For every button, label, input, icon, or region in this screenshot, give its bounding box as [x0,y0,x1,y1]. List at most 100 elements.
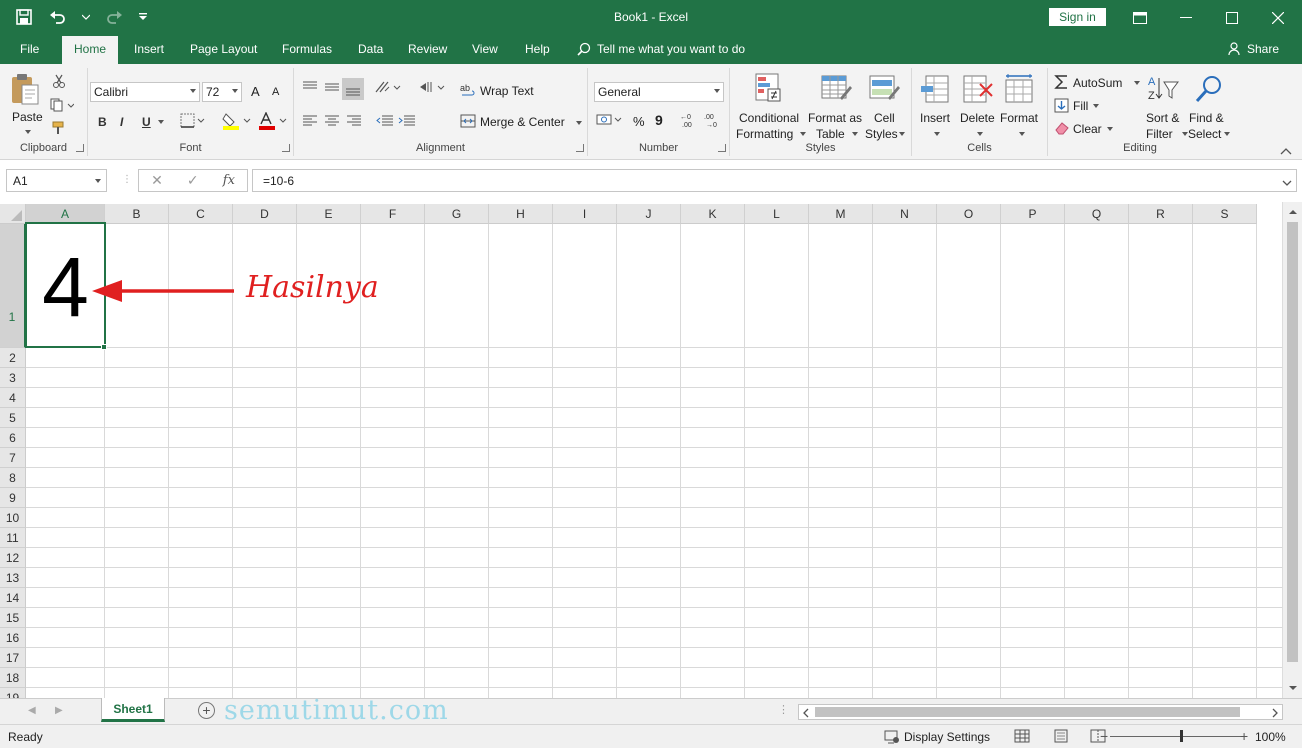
fill-handle[interactable] [101,344,107,350]
vertical-scroll-thumb[interactable] [1287,222,1298,662]
row-header-4[interactable]: 4 [0,388,26,408]
accounting-format-icon[interactable] [596,112,624,131]
zoom-slider-thumb[interactable] [1180,730,1183,742]
scroll-down-icon[interactable] [1288,684,1298,692]
add-sheet-button[interactable]: + [198,702,215,719]
cell-styles-dropdown-icon[interactable] [899,132,905,136]
tab-split-grip-icon[interactable]: ⋮ [778,703,789,716]
format-as-table-line2[interactable]: Table [816,127,845,141]
display-settings-button[interactable]: Display Settings [884,730,990,744]
font-name-select[interactable]: Calibri [90,82,200,102]
confirm-entry-icon[interactable]: ✓ [187,172,199,189]
zoom-out-icon[interactable]: − [1100,728,1108,744]
insert-function-button[interactable]: fx [223,173,235,188]
tell-me-search[interactable]: Tell me what you want to do [577,42,745,56]
format-painter-icon[interactable] [52,121,68,138]
row-header-15[interactable]: 15 [0,608,26,628]
expand-formula-bar-icon[interactable] [1282,176,1292,190]
text-direction-icon[interactable] [418,79,448,98]
conditional-formatting-dropdown-icon[interactable] [800,132,806,136]
column-header-k[interactable]: K [681,204,745,224]
font-color-icon[interactable] [258,111,288,133]
share-button[interactable]: Share [1228,42,1279,56]
zoom-slider[interactable] [1110,736,1246,737]
column-header-p[interactable]: P [1001,204,1065,224]
tab-formulas[interactable]: Formulas [282,42,332,56]
autosum-dropdown-icon[interactable] [1134,81,1140,85]
column-header-b[interactable]: B [105,204,169,224]
delete-cells-button[interactable]: Delete [960,111,995,125]
column-header-q[interactable]: Q [1065,204,1129,224]
comma-style-button[interactable]: 9 [655,112,663,128]
paste-button[interactable]: Paste [12,110,43,124]
name-box[interactable]: A1 [6,169,107,192]
zoom-level[interactable]: 100% [1255,730,1286,744]
vertical-scrollbar[interactable] [1282,202,1302,698]
column-header-i[interactable]: I [553,204,617,224]
row-header-12[interactable]: 12 [0,548,26,568]
row-header-10[interactable]: 10 [0,508,26,528]
row-header-18[interactable]: 18 [0,668,26,688]
formula-input[interactable]: =10-6 [252,169,1297,192]
zoom-in-icon[interactable]: + [1240,728,1248,744]
ribbon-display-options-icon[interactable] [1117,0,1163,36]
column-header-d[interactable]: D [233,204,297,224]
minimize-button[interactable] [1163,0,1209,36]
row-header-14[interactable]: 14 [0,588,26,608]
column-header-h[interactable]: H [489,204,553,224]
grow-font-button[interactable]: A [251,84,260,99]
insert-cells-button[interactable]: Insert [920,111,950,125]
page-layout-view-icon[interactable] [1053,729,1069,746]
fill-dropdown-icon[interactable] [1093,104,1099,108]
column-header-m[interactable]: M [809,204,873,224]
row-header-3[interactable]: 3 [0,368,26,388]
number-format-select[interactable]: General [594,82,724,102]
tab-home[interactable]: Home [62,36,119,65]
row-header-8[interactable]: 8 [0,468,26,488]
row-header-9[interactable]: 9 [0,488,26,508]
row-header-1[interactable]: 1 [0,224,26,348]
maximize-button[interactable] [1209,0,1255,36]
sort-filter-line2[interactable]: Filter [1146,127,1173,141]
column-header-l[interactable]: L [745,204,809,224]
collapse-ribbon-icon[interactable] [1280,144,1292,158]
increase-decimal-icon[interactable]: ←0.00 [680,112,698,131]
find-select-line2[interactable]: Select [1188,127,1221,141]
font-size-select[interactable]: 72 [202,82,242,102]
row-header-7[interactable]: 7 [0,448,26,468]
bottom-align-icon[interactable] [342,78,364,100]
column-header-c[interactable]: C [169,204,233,224]
column-header-o[interactable]: O [937,204,1001,224]
align-center-icon[interactable] [324,114,340,131]
format-as-table-line1[interactable]: Format as [808,111,862,125]
select-all-corner[interactable] [0,204,26,224]
horizontal-scrollbar[interactable] [798,704,1283,720]
prev-sheet-icon[interactable]: ◀ [28,705,36,716]
row-header-17[interactable]: 17 [0,648,26,668]
scroll-left-icon[interactable] [802,708,810,718]
font-launcher-icon[interactable] [282,144,290,152]
scroll-right-icon[interactable] [1271,708,1279,718]
sign-in-button[interactable]: Sign in [1049,8,1106,26]
clear-dropdown-icon[interactable] [1107,127,1113,131]
format-as-table-dropdown-icon[interactable] [852,132,858,136]
scroll-up-icon[interactable] [1288,208,1298,216]
tab-review[interactable]: Review [408,42,447,56]
row-header-2[interactable]: 2 [0,348,26,368]
middle-align-icon[interactable] [324,80,340,97]
sort-filter-line1[interactable]: Sort & [1146,111,1179,125]
column-header-n[interactable]: N [873,204,937,224]
cell-styles-line1[interactable]: Cell [874,111,895,125]
percent-button[interactable]: % [633,114,645,129]
align-left-icon[interactable] [302,114,318,131]
decrease-decimal-icon[interactable]: .00 →0 [704,112,722,131]
format-cells-button[interactable]: Format [1000,111,1038,125]
column-header-r[interactable]: R [1129,204,1193,224]
normal-view-icon[interactable] [1014,729,1030,746]
column-header-s[interactable]: S [1193,204,1257,224]
cut-icon[interactable] [52,74,66,91]
paste-dropdown-icon[interactable] [25,130,31,134]
column-header-j[interactable]: J [617,204,681,224]
underline-button[interactable]: U [142,115,151,129]
insert-cells-dropdown-icon[interactable] [934,132,940,136]
